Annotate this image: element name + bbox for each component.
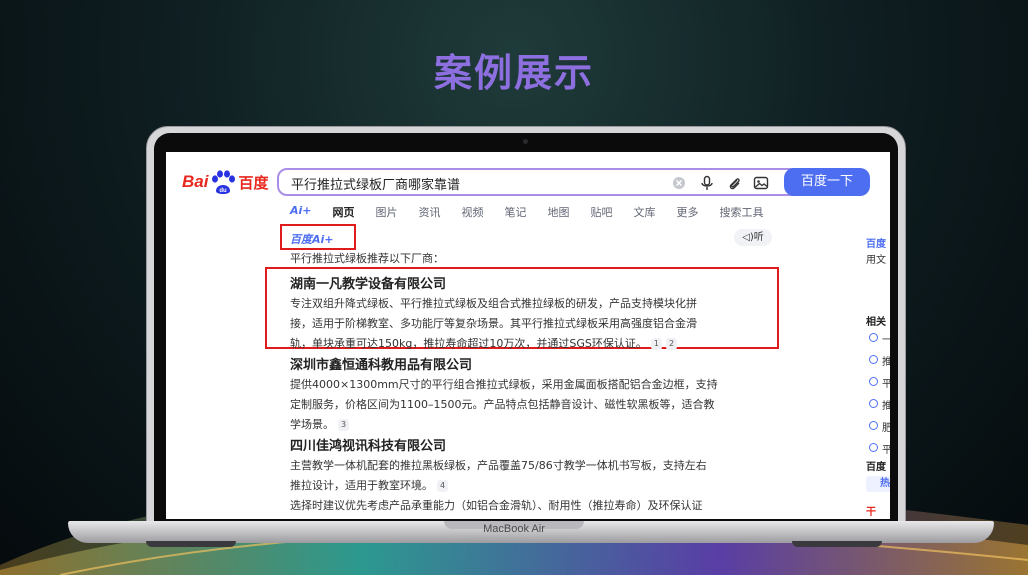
search-icon [869, 443, 878, 452]
search-icon [869, 377, 878, 386]
search-icon [869, 355, 878, 364]
desc-line: 学场景。 [290, 418, 334, 431]
laptop-brand: MacBook Air [483, 523, 545, 535]
answer-tail: 选择时建议优先考虑产品承重能力（如铝合金滑轨）、耐用性（推拉寿命）及环保认证 [290, 499, 703, 512]
desc-line: 接，适用于阶梯教室、多功能厅等复杂场景。其平行推拉式绿板采用高强度铝合金滑 [290, 317, 697, 330]
search-button[interactable]: 百度一下 [784, 168, 870, 196]
citation[interactable]: 2 [665, 338, 678, 350]
logo-chinese: 百度 [238, 173, 269, 192]
sidebar-hot-chip[interactable]: 热 [866, 476, 890, 492]
image-search-icon[interactable] [753, 175, 769, 191]
speaker-icon: ◁) [742, 232, 754, 243]
company-title: 湖南一凡教学设备有限公司 [290, 277, 447, 292]
tab-more[interactable]: 更多 [677, 204, 699, 220]
citation[interactable]: 3 [338, 419, 350, 431]
desc-line: 定制服务，价格区间为1100–1500元。产品特点包括静音设计、磁性软黑板等，适… [290, 398, 715, 411]
listen-button[interactable]: ◁)听 [734, 229, 772, 246]
clear-icon[interactable] [671, 175, 687, 191]
slide-title: 案例展示 [433, 51, 594, 95]
search-icon [869, 399, 878, 408]
tab-tieba[interactable]: 贴吧 [591, 204, 613, 220]
citation[interactable]: 1 [650, 338, 662, 350]
tab-notes[interactable]: 笔记 [505, 204, 527, 220]
microphone-icon[interactable] [699, 175, 715, 191]
sidebar-related-item[interactable]: 肥 [882, 419, 890, 434]
sidebar-related-heading: 相关 [866, 317, 886, 328]
search-icon [869, 421, 878, 430]
company-title: 深圳市鑫恒通科教用品有限公司 [290, 358, 473, 373]
sidebar-related-item[interactable]: 平 [882, 441, 890, 456]
sidebar-hot-item[interactable]: 干 [866, 503, 876, 518]
sidebar-brand[interactable]: 百度 [866, 235, 886, 250]
desc-line: 提供4000×1300mm尺寸的平行组合推拉式绿板，采用金属面板搭配铝合金边框，… [290, 378, 718, 391]
sidebar-text: 用文 [866, 255, 886, 266]
company-description: 提供4000×1300mm尺寸的平行组合推拉式绿板，采用金属面板搭配铝合金边框，… [290, 375, 775, 435]
tab-ai[interactable]: Ai+ [290, 204, 312, 220]
answer-intro: 平行推拉式绿板推荐以下厂商： [290, 252, 444, 265]
tab-maps[interactable]: 地图 [548, 204, 570, 220]
desc-line: 专注双组升降式绿板、平行推拉式绿板及组合式推拉绿板的研发，产品支持模块化拼 [290, 297, 697, 310]
sidebar-related-item[interactable]: 平 [882, 375, 890, 390]
sidebar-related-item[interactable]: 推 [882, 353, 890, 368]
tab-web[interactable]: 网页 [333, 204, 355, 220]
desc-line: 推拉设计，适用于教室环境。 [290, 479, 433, 492]
company-description: 专注双组升降式绿板、平行推拉式绿板及组合式推拉绿板的研发，产品支持模块化拼 接，… [290, 294, 775, 354]
baidu-logo[interactable]: Bai du 百度 [182, 169, 268, 195]
search-tabs: Ai+ 网页 图片 资讯 视频 笔记 地图 贴吧 文库 更多 搜索工具 [290, 204, 785, 220]
search-input[interactable]: 平行推拉式绿板厂商哪家靠谱 [291, 174, 460, 193]
citation[interactable]: 4 [437, 480, 449, 492]
sidebar-related-item[interactable]: 一 [882, 331, 890, 346]
browser-screen: Bai du 百度 平行推拉式绿板厂商哪家靠谱 百度一下 Ai+ 网页 图片 资… [166, 152, 890, 519]
ai-badge-label: 百度Ai+ [290, 233, 334, 246]
tab-videos[interactable]: 视频 [462, 204, 484, 220]
paw-icon: du [212, 170, 236, 194]
attachment-icon[interactable] [726, 175, 742, 191]
listen-label: 听 [753, 232, 764, 243]
search-icon [869, 333, 878, 342]
tab-search-tools[interactable]: 搜索工具 [720, 204, 764, 220]
ai-badge: 百度Ai+ [280, 224, 356, 250]
company-description: 主营教学一体机配套的推拉黑板绿板，产品覆盖75/86寸教学一体机书写板，支持左右… [290, 456, 775, 496]
camera-icon [523, 139, 528, 144]
paw-text: du [220, 188, 228, 194]
search-box[interactable]: 平行推拉式绿板厂商哪家靠谱 [277, 168, 869, 196]
tab-news[interactable]: 资讯 [419, 204, 441, 220]
tab-wenku[interactable]: 文库 [634, 204, 656, 220]
laptop-foot [146, 541, 236, 547]
logo-latin: Bai [182, 172, 209, 191]
tab-images[interactable]: 图片 [376, 204, 398, 220]
company-title: 四川佳鸿视讯科技有限公司 [290, 439, 447, 454]
desc-line: 轨，单块承重可达150kg，推拉寿命超过10万次，并通过SGS环保认证。 [290, 337, 647, 350]
desc-line: 主营教学一体机配套的推拉黑板绿板，产品覆盖75/86寸教学一体机书写板，支持左右 [290, 459, 707, 472]
sidebar-brand-2[interactable]: 百度 [866, 458, 886, 473]
laptop-foot [792, 541, 882, 547]
sidebar-related-item[interactable]: 推 [882, 397, 890, 412]
